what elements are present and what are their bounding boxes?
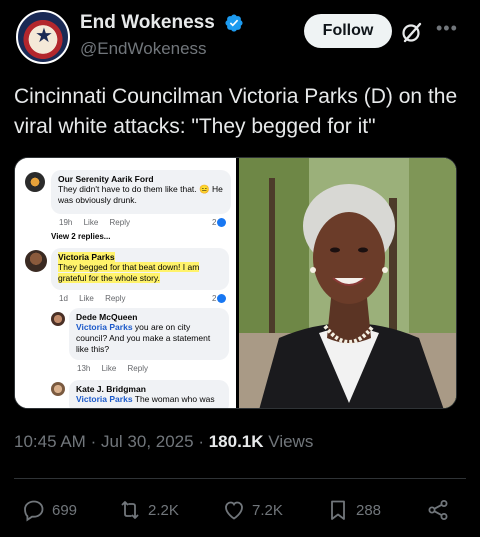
like-count: 7.2K bbox=[252, 501, 283, 519]
reply-icon bbox=[24, 500, 44, 522]
tweet-media[interactable]: Our Serenity Aarik Ford They didn't have… bbox=[14, 157, 457, 409]
tweet-text: Cincinnati Councilman Victoria Parks (D)… bbox=[14, 85, 458, 138]
commenter-avatar bbox=[25, 172, 45, 192]
comment-like: Like bbox=[79, 294, 94, 303]
like-button[interactable]: 7.2K bbox=[222, 494, 283, 526]
divider bbox=[14, 478, 466, 479]
bookmark-count: 288 bbox=[356, 501, 382, 519]
views-count: 180.1K bbox=[208, 432, 264, 451]
comment-time: 19h bbox=[59, 218, 73, 227]
separator-dot: · bbox=[198, 432, 209, 451]
views-label: Views bbox=[268, 432, 314, 451]
heart-icon bbox=[225, 501, 243, 520]
reaction-count: 2 bbox=[212, 294, 227, 304]
portrait-photo bbox=[239, 158, 456, 408]
like-reaction-icon bbox=[217, 294, 227, 304]
reply-count: 699 bbox=[52, 501, 78, 519]
repost-button[interactable]: 2.2K bbox=[118, 494, 179, 526]
comment-bubble: Our Serenity Aarik Ford They didn't have… bbox=[51, 170, 231, 214]
action-bar: 699 2.2K 7.2K 288 bbox=[0, 494, 480, 526]
commenter-avatar bbox=[25, 250, 47, 272]
comment-mention: Victoria Parks bbox=[76, 322, 133, 332]
star-icon: ★ bbox=[35, 25, 53, 47]
tweet-timestamp[interactable]: 10:45 AM · Jul 30, 2025 · 180.1K Views bbox=[14, 432, 313, 452]
repost-count: 2.2K bbox=[148, 501, 179, 519]
grok-icon[interactable] bbox=[400, 20, 424, 44]
comment-time: 1d bbox=[59, 294, 68, 303]
author-info: End Wokeness @EndWokeness bbox=[80, 12, 244, 59]
comment-reply: Reply bbox=[127, 364, 148, 373]
comment-reply: Reply bbox=[105, 294, 126, 303]
comment-meta: 1d Like Reply bbox=[59, 294, 135, 303]
follow-button[interactable]: Follow bbox=[304, 14, 392, 48]
avatar[interactable]: ★ bbox=[16, 10, 70, 64]
handle[interactable]: @EndWokeness bbox=[80, 39, 244, 59]
comment-author: Dede McQueen bbox=[76, 312, 138, 322]
comment-author: Kate J. Bridgman bbox=[76, 384, 146, 394]
comment-bubble: Dede McQueen Victoria Parks you are on c… bbox=[69, 308, 229, 360]
comment-like: Like bbox=[101, 364, 117, 373]
bookmark-button[interactable]: 288 bbox=[326, 494, 381, 526]
comment-time: 13h bbox=[77, 364, 91, 373]
like-reaction-icon bbox=[217, 218, 227, 228]
portrait-illustration bbox=[239, 158, 456, 408]
comment-bubble: Victoria Parks They begged for that beat… bbox=[51, 248, 229, 290]
comment-text: The woman who was bbox=[132, 394, 215, 404]
reaction-number: 2 bbox=[212, 294, 217, 303]
facebook-comments-screenshot: Our Serenity Aarik Ford They didn't have… bbox=[15, 158, 236, 408]
comment-text: They begged for that beat down! I am gra… bbox=[58, 262, 200, 283]
verified-badge-icon bbox=[225, 14, 243, 32]
bookmark-icon bbox=[331, 500, 345, 520]
tweet-header: ★ End Wokeness @EndWokeness Follow ••• bbox=[14, 10, 466, 70]
share-button[interactable] bbox=[426, 494, 456, 526]
comment-reply: Reply bbox=[109, 218, 130, 227]
comment-author: Our Serenity Aarik Ford bbox=[58, 174, 154, 184]
reply-button[interactable]: 699 bbox=[22, 494, 77, 526]
separator-dot: · bbox=[90, 432, 101, 451]
comment-bubble: Kate J. Bridgman Victoria Parks The woma… bbox=[69, 380, 229, 408]
share-icon bbox=[428, 500, 448, 520]
comment-mention: Victoria Parks bbox=[76, 394, 133, 404]
reaction-number: 2 bbox=[212, 218, 217, 227]
comment-like: Like bbox=[83, 218, 99, 227]
more-options-icon[interactable]: ••• bbox=[436, 18, 458, 39]
view-replies: View 2 replies... bbox=[51, 232, 111, 241]
reaction-count: 2 bbox=[212, 218, 227, 228]
repost-icon bbox=[121, 501, 139, 519]
comment-author: Victoria Parks bbox=[58, 252, 115, 262]
commenter-avatar bbox=[51, 382, 65, 396]
comment-meta: 13h Like Reply bbox=[77, 364, 157, 373]
tweet-date: Jul 30, 2025 bbox=[100, 432, 194, 451]
tweet-time: 10:45 AM bbox=[14, 432, 86, 451]
commenter-avatar bbox=[51, 312, 65, 326]
display-name[interactable]: End Wokeness bbox=[80, 12, 215, 34]
comment-text: They didn't have to do them like that. 😑… bbox=[58, 184, 223, 205]
comment-meta: 19h Like Reply bbox=[59, 218, 139, 227]
